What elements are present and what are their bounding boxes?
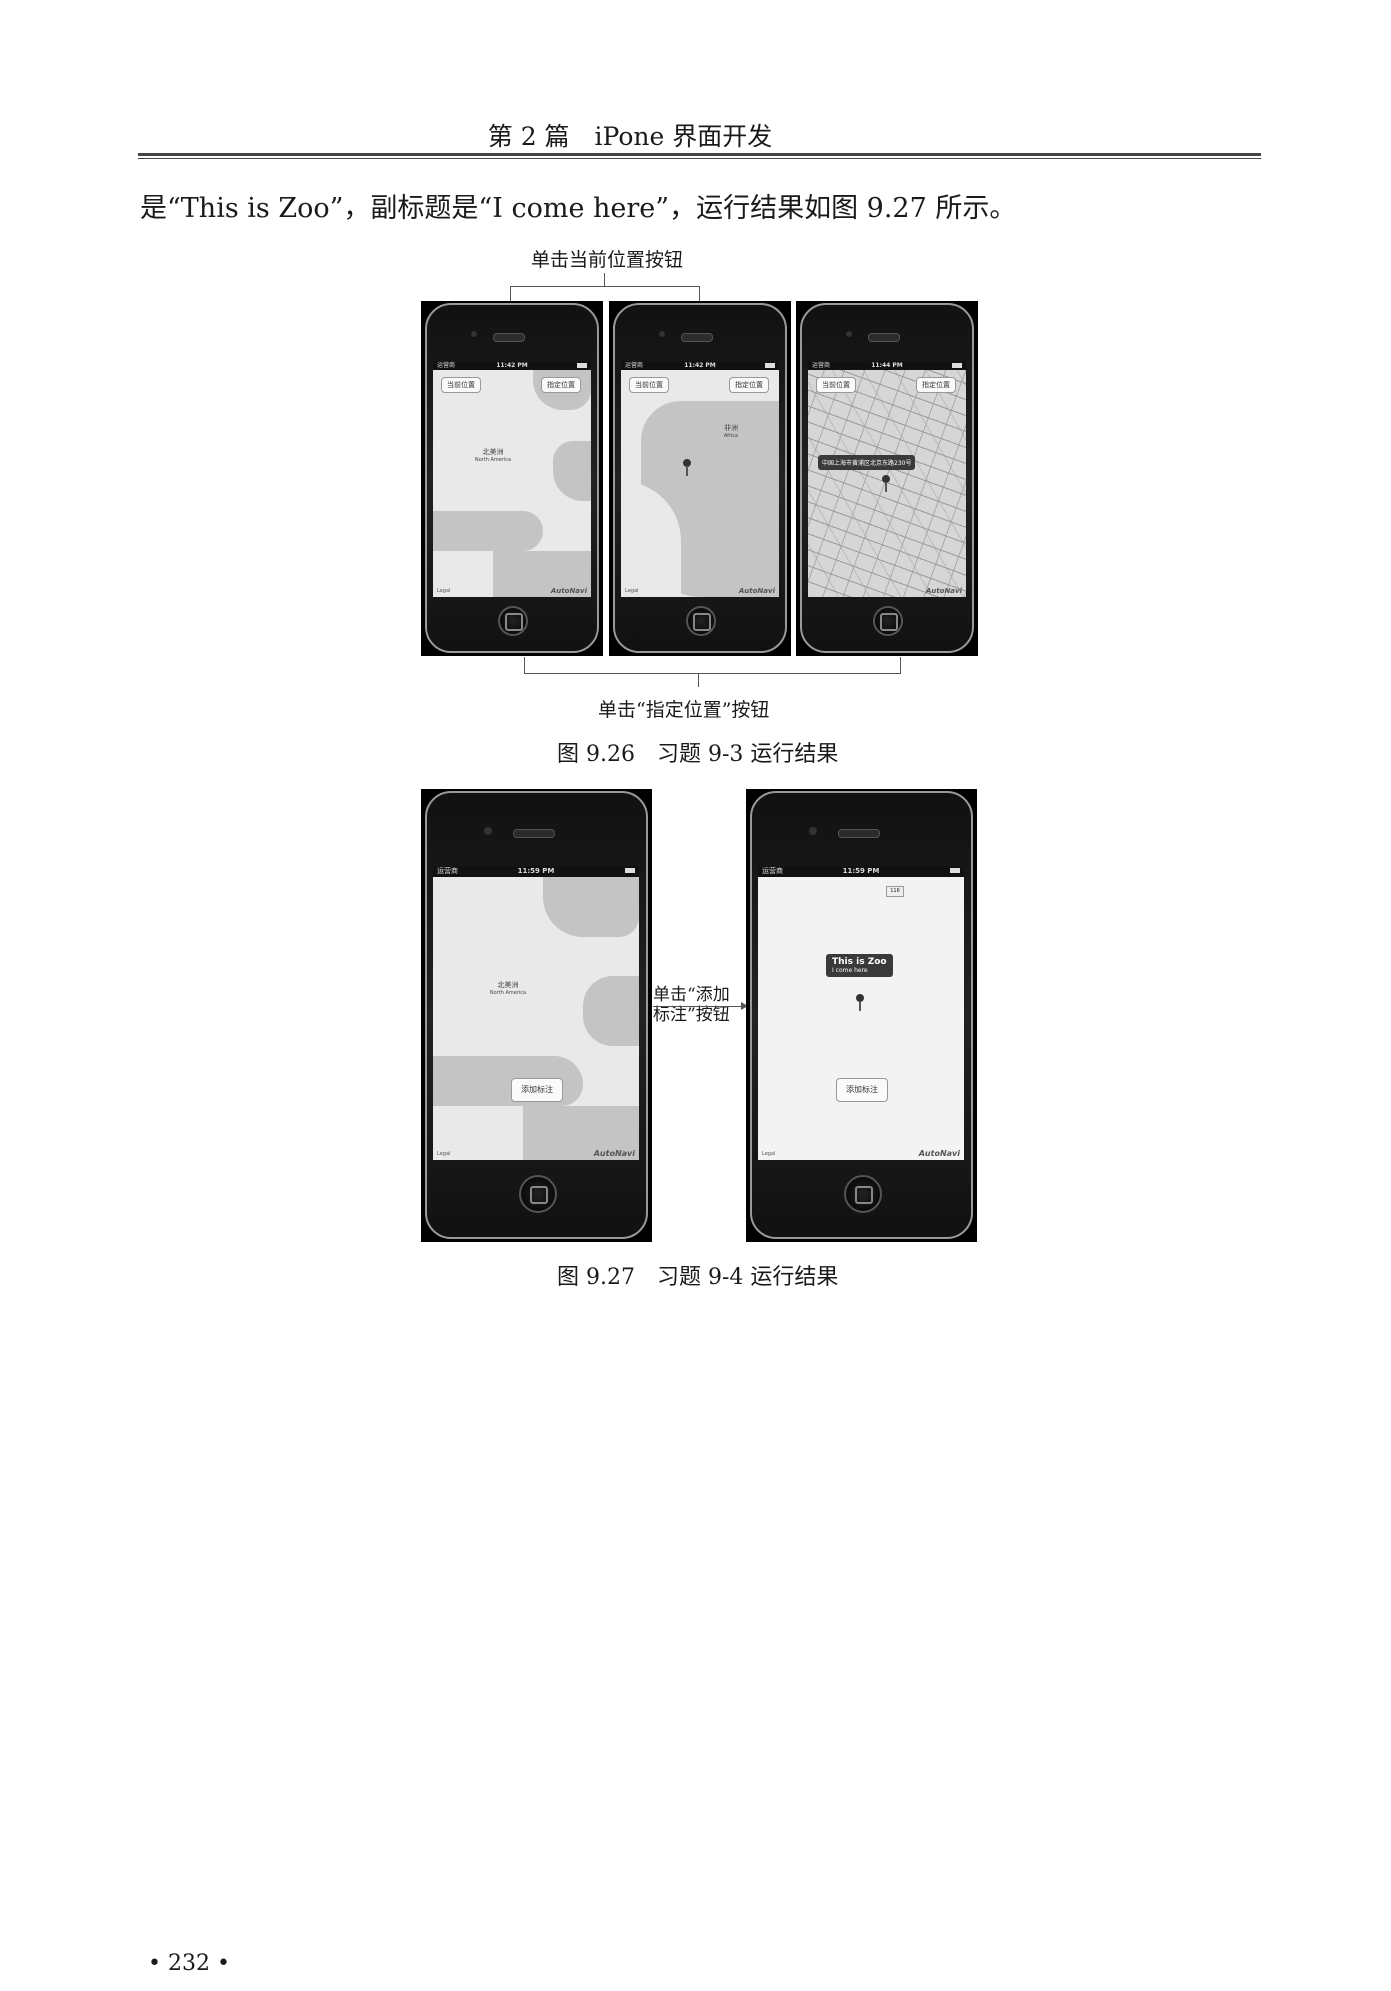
add-annotation-button[interactable]: 添加标注: [836, 1078, 888, 1102]
home-button[interactable]: [498, 606, 528, 636]
annotation-callout[interactable]: This is Zoo I come here: [826, 954, 893, 977]
arrow-annotation: 单击“添加 标注”按钮: [653, 985, 730, 1025]
map-screen[interactable]: 运营商 11:59 PM 116 This is Zoo I come here …: [758, 866, 964, 1160]
header-rule-thick: [138, 153, 1261, 156]
figure-caption-927: 图 9.27 习题 9-4 运行结果: [557, 1265, 839, 1290]
legal-link[interactable]: Legal: [437, 588, 450, 594]
set-location-button[interactable]: 指定位置: [729, 377, 769, 393]
legal-link[interactable]: Legal: [625, 588, 638, 594]
top-bracket: [510, 286, 700, 301]
phone-926-2: 运营商 11:42 PM 当前位置 指定位置 非洲 Africa Legal Aut…: [609, 301, 791, 656]
phone-927-2: 运营商 11:59 PM 116 This is Zoo I come here …: [746, 789, 977, 1242]
current-location-button[interactable]: 当前位置: [816, 377, 856, 393]
map-screen[interactable]: 运营商 11:42 PM 当前位置 指定位置 非洲 Africa Legal Aut…: [621, 361, 779, 597]
phone-926-3: 运营商 11:44 PM 当前位置 指定位置 中国上海市黄浦区北京东路230号 A…: [796, 301, 978, 656]
map-pin-icon[interactable]: [882, 475, 890, 492]
autonavi-logo: AutoNavi: [593, 1149, 635, 1158]
map-label: 非洲 Africa: [723, 424, 739, 439]
phone-926-1: 运营商 11:42 PM 当前位置 指定位置 北美洲 North America L…: [421, 301, 603, 656]
map-pin-icon[interactable]: [683, 459, 691, 476]
road-shield: 116: [886, 886, 904, 897]
map-label: 北美洲 North America: [474, 448, 512, 463]
home-button[interactable]: [873, 606, 903, 636]
address-callout[interactable]: 中国上海市黄浦区北京东路230号: [818, 455, 916, 470]
page-number: • 232 •: [148, 1951, 230, 1976]
body-paragraph: 是“This is Zoo”，副标题是“I come here”，运行结果如图 …: [140, 193, 1017, 224]
legal-link[interactable]: Legal: [437, 1151, 450, 1157]
home-button[interactable]: [844, 1175, 882, 1213]
map-screen[interactable]: 运营商 11:42 PM 当前位置 指定位置 北美洲 North America L…: [433, 361, 591, 597]
map-screen[interactable]: 运营商 11:59 PM 北美洲 North America 添加标注 Legal …: [433, 866, 639, 1160]
map-label: 北美洲 North America: [489, 981, 527, 996]
autonavi-logo: AutoNavi: [550, 587, 587, 595]
arrow-right-icon: [653, 1002, 748, 1010]
phone-927-1: 运营商 11:59 PM 北美洲 North America 添加标注 Legal …: [421, 789, 652, 1242]
map-pin-icon[interactable]: [856, 994, 864, 1011]
map-screen[interactable]: 运营商 11:44 PM 当前位置 指定位置 中国上海市黄浦区北京东路230号 A…: [808, 361, 966, 597]
annotation-set-location: 单击“指定位置”按钮: [598, 699, 770, 721]
autonavi-logo: AutoNavi: [738, 587, 775, 595]
home-button[interactable]: [686, 606, 716, 636]
add-annotation-button[interactable]: 添加标注: [511, 1078, 563, 1102]
home-button[interactable]: [519, 1175, 557, 1213]
set-location-button[interactable]: 指定位置: [916, 377, 956, 393]
header-rule-thin: [138, 158, 1261, 159]
annotation-current-location: 单击当前位置按钮: [531, 249, 684, 271]
bottom-bracket: [524, 657, 901, 674]
current-location-button[interactable]: 当前位置: [441, 377, 481, 393]
bottom-bracket-stem: [698, 673, 699, 687]
top-bracket-stem: [604, 273, 605, 286]
autonavi-logo: AutoNavi: [925, 587, 962, 595]
figure-caption-926: 图 9.26 习题 9-3 运行结果: [557, 742, 839, 767]
legal-link[interactable]: Legal: [762, 1151, 775, 1157]
current-location-button[interactable]: 当前位置: [629, 377, 669, 393]
set-location-button[interactable]: 指定位置: [541, 377, 581, 393]
running-header: 第 2 篇 iPone 界面开发: [487, 122, 773, 151]
autonavi-logo: AutoNavi: [918, 1149, 960, 1158]
